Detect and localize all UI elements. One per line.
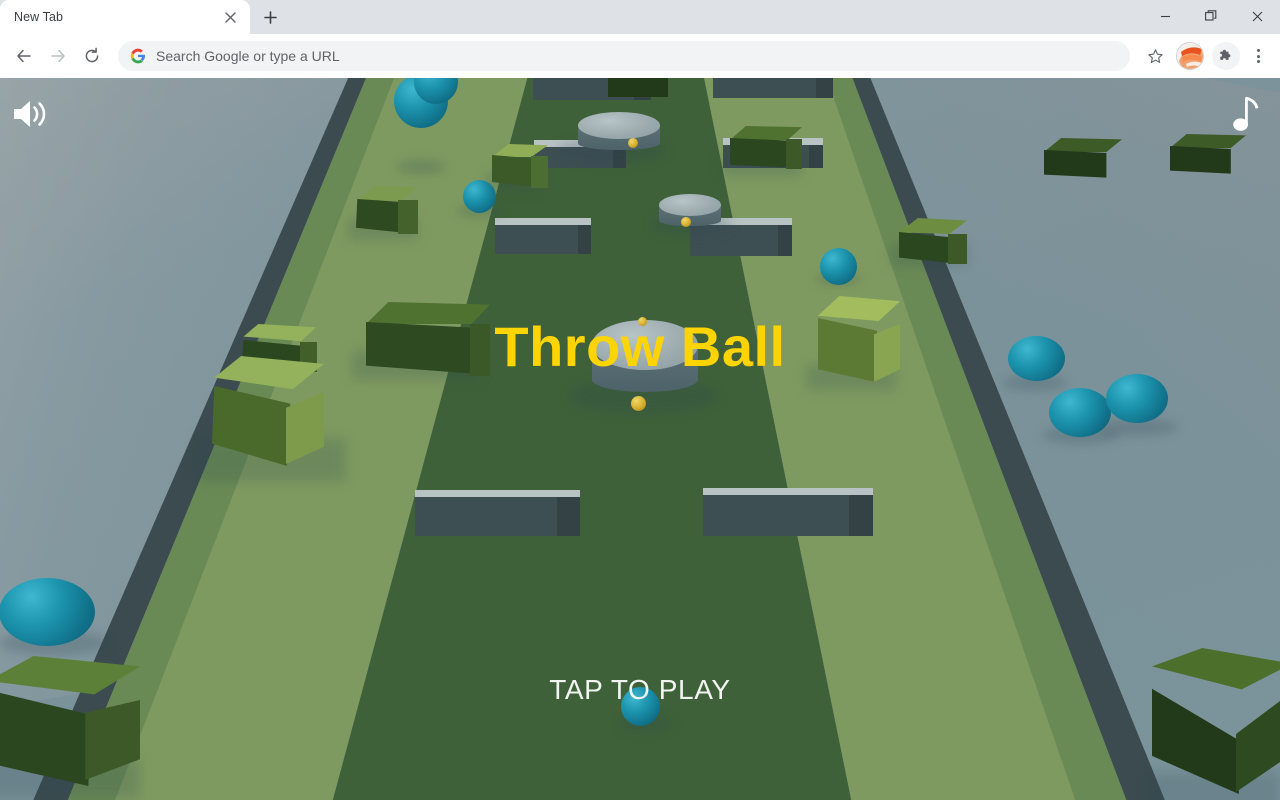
window-close-icon[interactable] [1234, 0, 1280, 32]
game-title: Throw Ball [494, 315, 786, 378]
menu-dot [1256, 60, 1260, 63]
scenery-box [608, 78, 668, 97]
reload-icon[interactable] [76, 40, 108, 72]
forward-arrow-icon[interactable] [42, 40, 74, 72]
obstacle-wall [415, 490, 580, 536]
box-side [786, 139, 802, 169]
star-icon[interactable] [1140, 40, 1170, 72]
ball-shadow [396, 160, 446, 174]
box-front [1044, 150, 1107, 178]
box-front [1170, 146, 1231, 174]
box-side [1236, 692, 1280, 792]
scenery-box [1044, 138, 1122, 180]
scenery-box [352, 186, 418, 234]
scenery-ball [0, 578, 95, 646]
obstacle-wall [713, 78, 833, 98]
box-side [531, 156, 548, 188]
close-icon[interactable] [220, 7, 240, 27]
obstacle-wall [495, 218, 591, 254]
scenery-box [730, 126, 802, 170]
box-side [947, 234, 967, 264]
scenery-box [492, 144, 548, 188]
plus-icon[interactable] [256, 3, 284, 31]
tab-strip: New Tab [0, 0, 1280, 34]
omnibox[interactable]: Search Google or type a URL [118, 41, 1130, 71]
wall-shade [556, 497, 580, 536]
three-dot-menu-icon[interactable] [1244, 40, 1272, 72]
wall-shade [809, 145, 823, 168]
scenery-ball [1106, 374, 1168, 423]
scenery-box [899, 218, 967, 264]
scenery-ball [820, 248, 857, 285]
box-top [899, 218, 967, 234]
box-top [730, 126, 802, 140]
scenery-box [1152, 648, 1280, 794]
speaker-volume-icon[interactable] [6, 90, 54, 138]
browser-toolbar: Search Google or type a URL [0, 34, 1280, 78]
google-g-icon [130, 48, 146, 64]
menu-dot [1256, 54, 1260, 58]
omnibox-placeholder: Search Google or type a URL [156, 48, 340, 64]
back-arrow-icon[interactable] [8, 40, 40, 72]
menu-dot [1256, 49, 1260, 52]
box-top [357, 186, 418, 201]
tab-title: New Tab [14, 10, 64, 24]
wall-shade [816, 78, 833, 98]
cylinder-top [578, 112, 660, 139]
wall-shade [849, 495, 873, 536]
box-front [608, 78, 668, 97]
tab-new-tab[interactable]: New Tab [0, 0, 250, 34]
coin [628, 138, 638, 148]
box-side [398, 200, 418, 234]
tap-to-play-label[interactable]: TAP TO PLAY [0, 674, 1280, 706]
wall-shade [777, 225, 792, 256]
music-note-icon[interactable] [1226, 88, 1272, 140]
avatar[interactable] [1176, 42, 1204, 70]
minimize-icon[interactable] [1142, 0, 1188, 32]
window-controls [1142, 0, 1280, 34]
wall-shade [577, 225, 591, 254]
scenery-box [1170, 134, 1246, 176]
box-top [1044, 138, 1122, 152]
game-viewport[interactable]: Throw Ball TAP TO PLAY [0, 78, 1280, 800]
browser-window: New Tab Search Google or type a URL Thro… [0, 0, 1280, 800]
wall-face [713, 78, 833, 98]
puzzle-piece-icon[interactable] [1212, 42, 1240, 70]
coin [631, 396, 646, 411]
box-side [85, 700, 140, 780]
maximize-restore-icon[interactable] [1188, 0, 1234, 32]
cylinder-obstacle [578, 112, 660, 150]
obstacle-wall [703, 488, 873, 536]
coin [681, 217, 691, 227]
wall-face [703, 495, 873, 536]
box-side [285, 392, 324, 464]
wall-face [415, 497, 580, 536]
